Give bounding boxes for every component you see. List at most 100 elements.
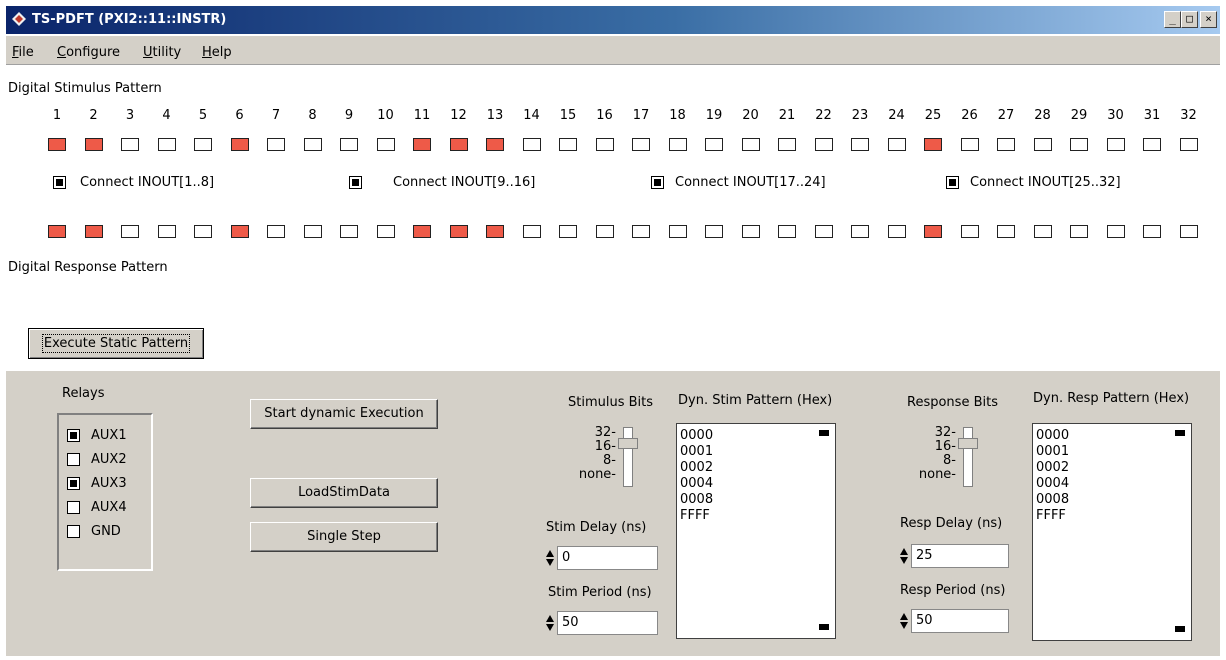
- connect-17-24-checkbox[interactable]: [651, 176, 664, 189]
- connect-1-8-checkbox[interactable]: [53, 176, 66, 189]
- stimulus-bit-led[interactable]: [194, 138, 212, 151]
- stimulus-bits-slider-thumb[interactable]: [618, 438, 638, 449]
- response-bits-slider[interactable]: [958, 427, 978, 487]
- stim-delay-spinner-icon[interactable]: [545, 549, 555, 567]
- stimulus-bit-led[interactable]: [778, 138, 796, 151]
- stimulus-bit-led[interactable]: [413, 138, 431, 151]
- scroll-down-icon[interactable]: [1175, 626, 1185, 632]
- execute-static-pattern-button[interactable]: Execute Static Pattern: [28, 328, 204, 359]
- stimulus-bit-led[interactable]: [1033, 138, 1052, 151]
- stimulus-bit-led[interactable]: [741, 138, 760, 151]
- menu-configure[interactable]: Configure: [57, 45, 120, 60]
- single-step-button[interactable]: Single Step: [250, 522, 438, 552]
- stimulus-pattern-label: Digital Stimulus Pattern: [8, 81, 162, 96]
- list-item[interactable]: 0000: [680, 428, 713, 444]
- response-bit-led: [157, 225, 176, 238]
- menu-utility[interactable]: Utility: [143, 45, 181, 60]
- list-item[interactable]: 0008: [1036, 492, 1069, 508]
- close-button[interactable]: ×: [1200, 11, 1217, 28]
- response-bits-slider-thumb[interactable]: [958, 438, 978, 449]
- stimulus-bits-slider[interactable]: [618, 427, 638, 487]
- response-bit-led: [559, 225, 577, 238]
- stimulus-bit-led[interactable]: [121, 138, 139, 151]
- response-bit-led: [267, 225, 285, 238]
- window-title: TS-PDFT (PXI2::11::INSTR): [32, 12, 227, 27]
- stimulus-bit-led[interactable]: [632, 138, 650, 151]
- menu-file[interactable]: File: [12, 45, 34, 60]
- list-item[interactable]: FFFF: [680, 508, 713, 524]
- execute-static-pattern-label: Execute Static Pattern: [41, 334, 191, 353]
- stimulus-bit-led[interactable]: [157, 138, 176, 151]
- menu-help[interactable]: Help: [202, 45, 232, 60]
- list-item[interactable]: 0000: [1036, 428, 1069, 444]
- bit-number: 7: [271, 108, 281, 123]
- dyn-resp-pattern-list[interactable]: 0000 0001 0002 0004 0008 FFFF: [1032, 423, 1192, 641]
- resp-period-spinner-icon[interactable]: [899, 612, 909, 630]
- list-item[interactable]: 0008: [680, 492, 713, 508]
- stim-period-spinner-icon[interactable]: [545, 614, 555, 632]
- relay-aux1-checkbox[interactable]: [67, 429, 80, 442]
- stimulus-bit-led[interactable]: [1143, 138, 1161, 151]
- connect-1-8-label: Connect INOUT[1..8]: [80, 175, 215, 190]
- stimulus-bit-led[interactable]: [522, 138, 541, 151]
- stimulus-bit-led[interactable]: [303, 138, 322, 151]
- relay-aux3-checkbox[interactable]: [67, 477, 80, 490]
- dyn-resp-pattern-label: Dyn. Resp Pattern (Hex): [1033, 391, 1190, 406]
- bit-number: 1: [52, 108, 62, 123]
- stim-period-input[interactable]: 50: [557, 611, 658, 635]
- stimulus-bit-led[interactable]: [486, 138, 504, 151]
- resp-delay-spinner-icon[interactable]: [899, 547, 909, 565]
- connect-25-32-checkbox[interactable]: [946, 176, 959, 189]
- stim-delay-input[interactable]: 0: [557, 546, 658, 570]
- response-bit-led: [705, 225, 723, 238]
- stimulus-bit-led[interactable]: [267, 138, 285, 151]
- minimize-button[interactable]: _: [1164, 11, 1181, 28]
- relay-aux2-checkbox[interactable]: [67, 453, 80, 466]
- list-item[interactable]: FFFF: [1036, 508, 1069, 524]
- scroll-up-icon[interactable]: [819, 430, 829, 436]
- connect-9-16-checkbox[interactable]: [349, 176, 362, 189]
- app-icon: [12, 12, 26, 26]
- response-bit-led: [1070, 225, 1088, 238]
- stimulus-bit-led[interactable]: [851, 138, 869, 151]
- stimulus-bit-led[interactable]: [230, 138, 249, 151]
- stimulus-bit-led[interactable]: [960, 138, 979, 151]
- list-item[interactable]: 0001: [680, 444, 713, 460]
- stimulus-bit-led[interactable]: [997, 138, 1015, 151]
- bit-number: 14: [523, 108, 540, 123]
- stimulus-bit-led[interactable]: [48, 138, 66, 151]
- dyn-stim-pattern-label: Dyn. Stim Pattern (Hex): [678, 393, 833, 408]
- list-item[interactable]: 0004: [1036, 476, 1069, 492]
- stimulus-bit-led[interactable]: [595, 138, 614, 151]
- relay-gnd-checkbox[interactable]: [67, 525, 80, 538]
- start-dynamic-execution-button[interactable]: Start dynamic Execution: [250, 399, 438, 429]
- list-item[interactable]: 0004: [680, 476, 713, 492]
- stimulus-bit-led[interactable]: [705, 138, 723, 151]
- stimulus-bit-led[interactable]: [559, 138, 577, 151]
- relay-aux4-checkbox[interactable]: [67, 501, 80, 514]
- response-bit-led: [960, 225, 979, 238]
- stimulus-bit-led[interactable]: [887, 138, 906, 151]
- stimulus-bit-led[interactable]: [449, 138, 468, 151]
- stimulus-bit-led[interactable]: [668, 138, 687, 151]
- scroll-up-icon[interactable]: [1175, 430, 1185, 436]
- stimulus-bit-led[interactable]: [1179, 138, 1198, 151]
- bit-number: 31: [1143, 108, 1161, 123]
- list-item[interactable]: 0001: [1036, 444, 1069, 460]
- resp-period-input[interactable]: 50: [911, 609, 1009, 633]
- list-item[interactable]: 0002: [1036, 460, 1069, 476]
- scroll-down-icon[interactable]: [819, 624, 829, 630]
- dyn-stim-pattern-list[interactable]: 0000 0001 0002 0004 0008 FFFF: [676, 423, 836, 639]
- title-bar[interactable]: TS-PDFT (PXI2::11::INSTR) _ □ ×: [6, 6, 1220, 34]
- list-item[interactable]: 0002: [680, 460, 713, 476]
- stimulus-bit-led[interactable]: [376, 138, 395, 151]
- stimulus-bit-led[interactable]: [1106, 138, 1125, 151]
- stimulus-bit-led[interactable]: [340, 138, 358, 151]
- stimulus-bit-led[interactable]: [84, 138, 103, 151]
- maximize-button[interactable]: □: [1181, 11, 1198, 28]
- stimulus-bit-led[interactable]: [924, 138, 942, 151]
- stimulus-bit-led[interactable]: [1070, 138, 1088, 151]
- load-stim-data-button[interactable]: LoadStimData: [250, 478, 438, 508]
- stimulus-bit-led[interactable]: [814, 138, 833, 151]
- resp-delay-input[interactable]: 25: [911, 544, 1009, 568]
